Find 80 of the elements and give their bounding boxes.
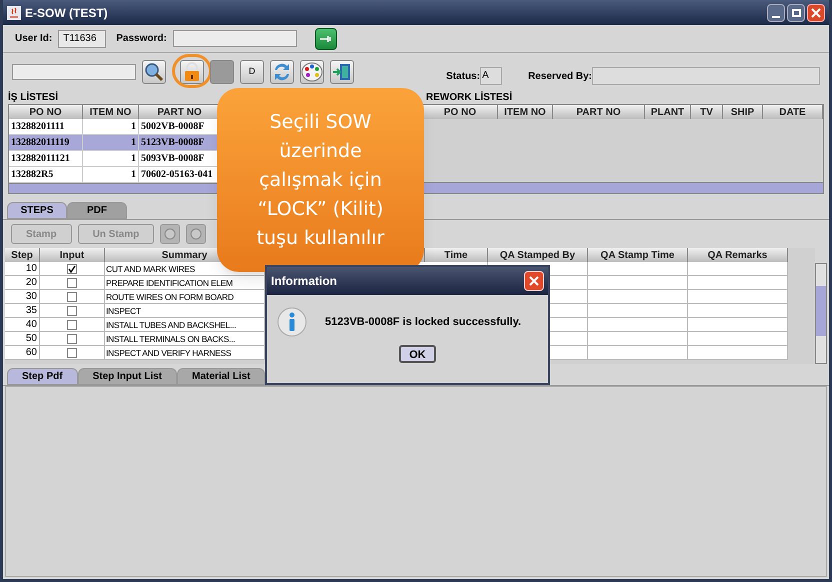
reserved-by-label: Reserved By:: [528, 70, 592, 84]
tab[interactable]: Step Input List: [78, 368, 178, 385]
table-cell: 10: [5, 262, 40, 275]
palette-icon: [301, 62, 323, 82]
table-cell: 1: [83, 119, 139, 134]
search-icon: [144, 62, 164, 82]
column-header: QA Stamp Time: [588, 248, 688, 262]
input-checkbox[interactable]: [67, 334, 77, 344]
arrows-icon: [272, 62, 292, 82]
padlock-icon: [184, 62, 200, 82]
toolbar-button[interactable]: [142, 60, 166, 84]
user-id-field[interactable]: T11636: [58, 30, 106, 48]
section-title: REWORK LİSTESİ: [426, 90, 514, 104]
column-header: TV: [691, 105, 723, 119]
column-header: SHIP: [723, 105, 763, 119]
d-button[interactable]: D: [240, 60, 264, 84]
input-checkbox[interactable]: [67, 278, 77, 288]
column-header: ITEM NO: [498, 105, 553, 119]
tab[interactable]: Material List: [177, 368, 266, 385]
close-button[interactable]: [807, 4, 825, 22]
table-cell: 50: [5, 332, 40, 345]
status-field[interactable]: A: [480, 67, 502, 85]
table-cell: 40: [5, 318, 40, 331]
column-header: DATE: [763, 105, 823, 119]
table-cell: 1: [83, 151, 139, 166]
window-title: E-SOW (TEST): [25, 4, 108, 22]
key-icon: [318, 34, 333, 42]
input-checkbox[interactable]: [67, 292, 77, 302]
dialog-title: Information: [271, 273, 337, 290]
table-cell: 132882011119: [9, 135, 83, 150]
close-icon: [529, 276, 539, 286]
column-header: Time: [425, 248, 488, 262]
input-checkbox[interactable]: [67, 306, 77, 316]
password-field[interactable]: [172, 30, 297, 47]
close-icon: [811, 8, 821, 18]
column-header: PLANT: [645, 105, 691, 119]
table-cell: 132882011121: [9, 151, 83, 166]
table-cell: 13288201111: [9, 119, 83, 134]
column-header: Input: [40, 248, 105, 262]
toolbar-button[interactable]: [180, 60, 204, 84]
minimize-button[interactable]: [767, 4, 785, 22]
section-title: İŞ LİSTESİ: [8, 90, 60, 104]
input-checkbox[interactable]: [67, 320, 77, 330]
exit-door-icon: [332, 62, 352, 82]
dialog-message: 5123VB-0008F is locked successfully.: [325, 314, 522, 330]
tab[interactable]: PDF: [67, 202, 127, 219]
search-field[interactable]: [12, 64, 136, 80]
reserved-by-field[interactable]: [592, 67, 820, 85]
status-label: Status:: [446, 70, 480, 84]
table-cell: 1: [83, 167, 139, 182]
toolbar-button[interactable]: [300, 60, 324, 84]
user-id-label: User Id:: [15, 32, 52, 46]
info-icon: [277, 307, 307, 337]
table-cell: 132882R5: [9, 167, 83, 182]
ok-button[interactable]: OK: [399, 345, 436, 363]
table-cell: 20: [5, 276, 40, 289]
table-cell: 1: [83, 135, 139, 150]
tab[interactable]: Step Pdf: [7, 368, 78, 385]
column-header: PO NO: [9, 105, 83, 119]
toolbar-button[interactable]: [330, 60, 354, 84]
column-header: PART NO: [553, 105, 645, 119]
password-label: Password:: [116, 32, 167, 46]
login-button[interactable]: [314, 28, 337, 50]
table-cell: 30: [5, 290, 40, 303]
maximize-button[interactable]: [787, 4, 805, 22]
toolbar-button[interactable]: [270, 60, 294, 84]
table-cell: 35: [5, 304, 40, 317]
column-header: Step: [5, 248, 40, 262]
close-button[interactable]: [524, 271, 544, 291]
input-checkbox[interactable]: [67, 264, 77, 274]
column-header: ITEM NO: [83, 105, 139, 119]
tab[interactable]: STEPS: [7, 202, 67, 219]
table-cell: 60: [5, 346, 40, 359]
column-header: QA Stamped By: [488, 248, 588, 262]
java-icon: [7, 6, 21, 20]
input-checkbox[interactable]: [67, 348, 77, 358]
horizontal-scrollbar[interactable]: [423, 182, 823, 193]
vertical-scrollbar[interactable]: [815, 263, 827, 364]
column-header: QA Remarks: [688, 248, 788, 262]
column-header: PO NO: [423, 105, 498, 119]
